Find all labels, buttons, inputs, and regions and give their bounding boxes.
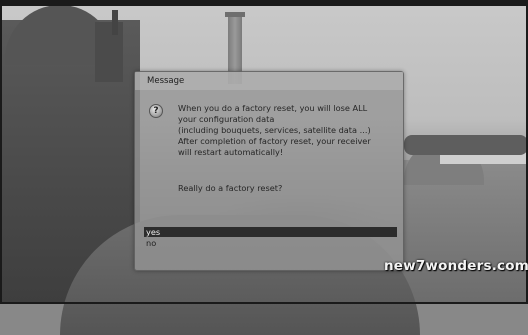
message-dialog: Message ? When you do a factory reset, y…: [134, 71, 404, 271]
watermark-text: new7wonders.com: [384, 258, 528, 274]
option-yes[interactable]: yes: [144, 227, 397, 237]
turret-left: [95, 22, 123, 82]
question-icon: ?: [149, 104, 163, 118]
dialog-title-bar: Message: [135, 72, 403, 90]
trees-right: [404, 135, 528, 155]
minaret-spire: [112, 10, 118, 35]
dialog-message: When you do a factory reset, you will lo…: [178, 103, 403, 158]
dialog-title: Message: [147, 76, 185, 86]
minaret-cap: [225, 12, 245, 17]
message-line: will restart automatically!: [178, 147, 284, 157]
dialog-question: Really do a factory reset?: [178, 183, 283, 193]
option-no[interactable]: no: [144, 238, 397, 248]
message-line: (including bouquets, services, satellite…: [178, 125, 371, 135]
message-line: After completion of factory reset, your …: [178, 136, 371, 146]
message-line: When you do a factory reset, you will lo…: [178, 103, 368, 113]
message-line: your configuration data: [178, 114, 275, 124]
